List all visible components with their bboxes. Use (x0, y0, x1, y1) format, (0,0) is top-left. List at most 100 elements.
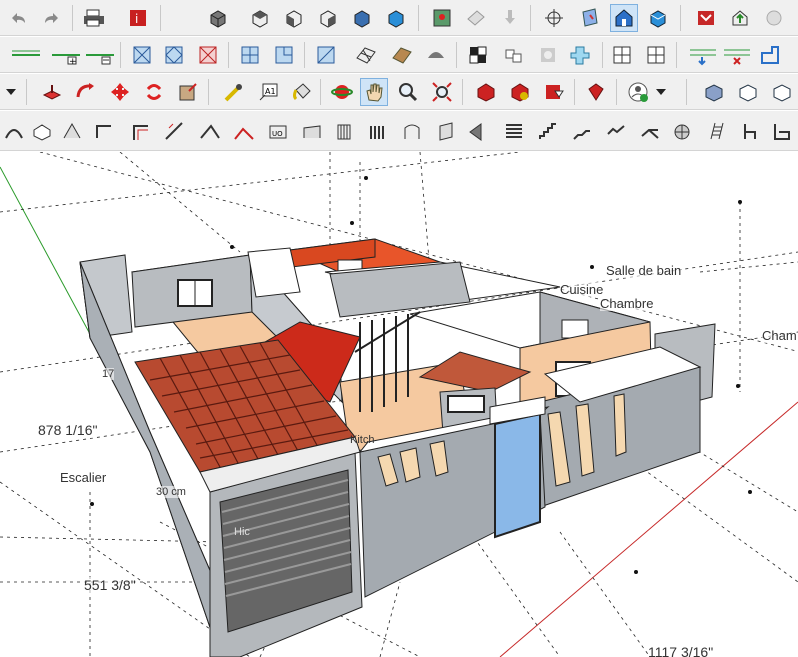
spiral-stair-icon[interactable] (668, 117, 696, 145)
railing-icon[interactable] (298, 117, 326, 145)
ruby-icon[interactable] (582, 78, 610, 106)
model-info-icon[interactable]: i (124, 4, 152, 32)
component-icon[interactable] (472, 78, 500, 106)
undo-icon[interactable] (4, 4, 32, 32)
rotate-icon[interactable] (140, 78, 168, 106)
right-view-icon[interactable] (314, 4, 342, 32)
add-detail-icon[interactable] (534, 41, 562, 69)
wall-icon[interactable] (230, 117, 258, 145)
toolbar-views: + (0, 37, 798, 73)
beam-icon[interactable] (432, 117, 460, 145)
ladder-icon[interactable] (702, 117, 730, 145)
add-location-icon[interactable] (462, 4, 490, 32)
tag-remove-icon[interactable] (720, 41, 754, 69)
layout-grid-icon[interactable] (756, 41, 784, 69)
user-account-icon[interactable] (624, 78, 652, 106)
table-icon[interactable] (768, 117, 796, 145)
make-component-icon[interactable] (540, 78, 568, 106)
style-cube-icon[interactable] (700, 78, 728, 106)
orbit-icon[interactable] (328, 78, 356, 106)
front-view-icon[interactable] (280, 4, 308, 32)
sandbox-terrain-icon[interactable] (388, 41, 416, 69)
wireframe-icon[interactable] (160, 41, 188, 69)
text-icon[interactable]: A1 (254, 78, 282, 106)
stair-icon[interactable]: UO (264, 117, 292, 145)
push-pull-icon[interactable] (38, 78, 66, 106)
import-icon[interactable] (496, 4, 524, 32)
model-viewport[interactable]: Salle de bain Cuisine Chambre Cham Escal… (0, 152, 798, 657)
smoove-icon[interactable] (422, 41, 450, 69)
move-icon[interactable] (106, 78, 134, 106)
corner-icon[interactable] (126, 117, 154, 145)
monochrome-icon[interactable] (312, 41, 340, 69)
sandbox-grid-icon[interactable] (352, 41, 380, 69)
offset-icon[interactable] (90, 117, 118, 145)
stair-icon[interactable] (568, 117, 596, 145)
union-icon[interactable] (82, 41, 118, 69)
zoom-icon[interactable] (394, 78, 422, 106)
shaded-icon[interactable] (610, 4, 638, 32)
window-icon[interactable] (330, 117, 358, 145)
print-icon[interactable] (80, 4, 108, 32)
marker-17: 17 (102, 368, 115, 380)
left-view-icon[interactable] (382, 4, 410, 32)
room-label-chambre-right: Cham (762, 328, 797, 343)
paint-bucket-icon[interactable] (288, 78, 316, 106)
garage-label: Hic (234, 526, 250, 538)
svg-text:A1: A1 (265, 87, 276, 96)
hidden-line-icon[interactable] (194, 41, 222, 69)
toolbar-tools: A1 (0, 74, 798, 110)
panel-icon[interactable] (464, 117, 492, 145)
iso-view-icon[interactable] (204, 4, 232, 32)
flip-edge-icon[interactable] (566, 41, 594, 69)
outer-shell-icon[interactable] (8, 41, 44, 69)
style-box-icon[interactable] (734, 78, 762, 106)
follow-me-icon[interactable] (72, 78, 100, 106)
dimension-1117: 1117 3/16" (648, 644, 714, 657)
shaded-textures-icon[interactable] (644, 4, 672, 32)
position-camera-icon[interactable] (540, 4, 568, 32)
extension-icon[interactable] (760, 4, 788, 32)
share-model-icon[interactable] (726, 4, 754, 32)
stamp-icon[interactable] (464, 41, 492, 69)
back-view-icon[interactable] (348, 4, 376, 32)
xray-icon[interactable] (128, 41, 156, 69)
layout-grid-icon[interactable] (608, 41, 636, 69)
column-icon[interactable] (398, 117, 426, 145)
tag-add-icon[interactable] (686, 41, 720, 69)
pan-icon[interactable] (360, 78, 388, 106)
textured-mode-icon[interactable] (270, 41, 298, 69)
chevron-down-icon[interactable] (2, 78, 20, 106)
slope-icon[interactable] (196, 117, 224, 145)
tape-measure-icon[interactable] (220, 78, 248, 106)
chevron-down-icon[interactable] (652, 78, 670, 106)
style-box-icon[interactable] (768, 78, 796, 106)
stair-icon[interactable] (534, 117, 562, 145)
drape-icon[interactable] (500, 41, 528, 69)
zoom-extents-icon[interactable] (428, 78, 456, 106)
truss-icon[interactable] (500, 117, 528, 145)
arc-icon[interactable] (0, 117, 28, 145)
map-location-icon[interactable] (428, 4, 456, 32)
scale-icon[interactable] (174, 78, 202, 106)
box-icon[interactable] (28, 117, 56, 145)
shaded-mode-icon[interactable] (236, 41, 264, 69)
layout-grid-icon[interactable] (642, 41, 670, 69)
intersect-icon[interactable]: + (48, 41, 84, 69)
top-view-icon[interactable] (246, 4, 274, 32)
room-label-escalier: Escalier (60, 470, 107, 485)
roof-icon[interactable] (58, 117, 86, 145)
stair-icon[interactable] (636, 117, 664, 145)
dimension-30cm: 30 cm (156, 486, 186, 498)
section-plane-icon[interactable] (576, 4, 604, 32)
kitchen-label: Kitch (350, 434, 375, 446)
toolbar-standard: i (0, 0, 798, 36)
line-icon[interactable] (160, 117, 188, 145)
group-icon[interactable] (506, 78, 534, 106)
svg-text:UO: UO (272, 130, 283, 138)
door-icon[interactable] (364, 117, 392, 145)
stair-icon[interactable] (602, 117, 630, 145)
redo-icon[interactable] (38, 4, 66, 32)
warehouse-icon[interactable] (692, 4, 720, 32)
chair-icon[interactable] (736, 117, 764, 145)
